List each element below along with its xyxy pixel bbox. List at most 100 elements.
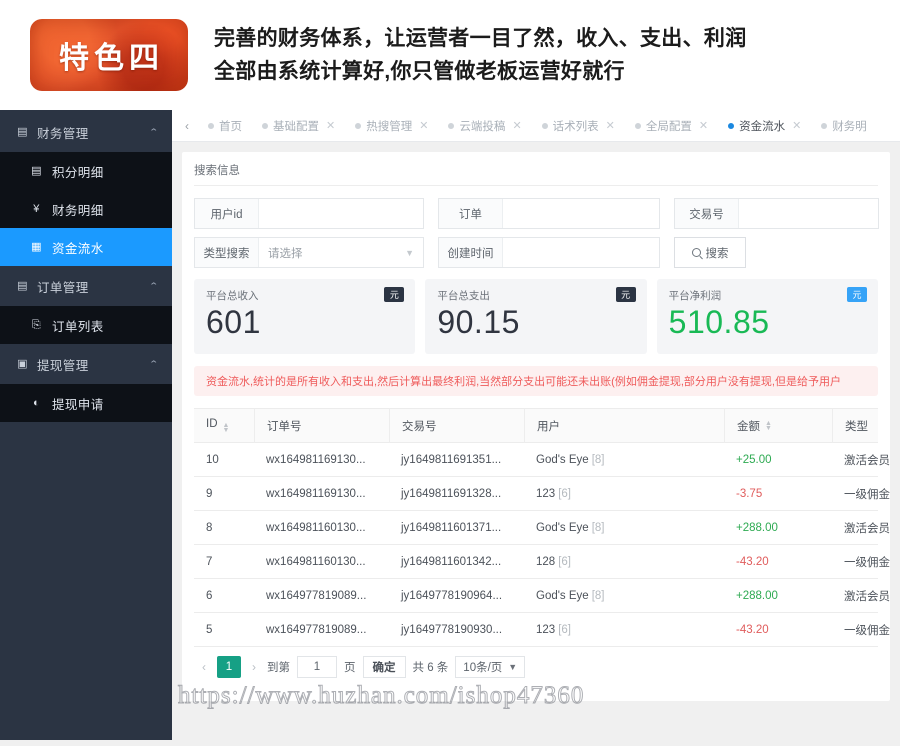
- sidebar-submenu-2: ◐ 提现申请: [0, 384, 172, 422]
- promo-header: 特色四 完善的财务体系，让运营者一目了然，收入、支出、利润 全部由系统计算好,你…: [0, 0, 900, 110]
- tab-6[interactable]: 资金流水 ✕: [718, 110, 811, 141]
- column-header-label: 金额: [737, 420, 760, 433]
- yuan-icon: ¥: [33, 202, 40, 215]
- search-panel-title: 搜索信息: [194, 162, 878, 186]
- create-time-field[interactable]: 创建时间: [438, 237, 660, 268]
- info-alert-text: 资金流水,统计的是所有收入和支出,然后计算出最终利润,当然部分支出可能还未出账(…: [206, 376, 841, 388]
- panel: 搜索信息 用户id 订单 交易号 类型搜索 请选择 ▼ 创建时间 搜索 平台总收…: [182, 152, 890, 701]
- tab-1[interactable]: 基础配置 ✕: [252, 110, 345, 141]
- order-label: 订单: [439, 199, 503, 228]
- order-field[interactable]: 订单: [438, 198, 660, 229]
- search-form-row-1: 用户id 订单 交易号: [194, 198, 879, 229]
- cell-user-name: 128: [536, 555, 556, 568]
- copy-icon: ⎘: [31, 318, 42, 331]
- next-page-button[interactable]: ›: [248, 660, 260, 674]
- close-icon[interactable]: ✕: [512, 119, 521, 132]
- table-header: ID ▲ ▼ 订单号 交易号 用户 金额 ▲ ▼ 类型: [194, 408, 878, 443]
- sort-icon[interactable]: ▲ ▼: [765, 420, 772, 432]
- chevron-down-icon: ▼: [508, 662, 518, 672]
- column-header-label: ID: [206, 418, 218, 430]
- sidebar-group-2[interactable]: ▣ 提现管理 ⌃: [0, 344, 172, 384]
- sidebar-item-1-0[interactable]: ⎘ 订单列表: [0, 306, 172, 344]
- column-header-label: 用户: [537, 420, 560, 433]
- promo-line-1: 完善的财务体系，让运营者一目了然，收入、支出、利润: [214, 27, 747, 50]
- wallet-icon: ▣: [17, 357, 28, 370]
- type-search-field[interactable]: 类型搜索 请选择 ▼: [194, 237, 424, 268]
- goto-page-input[interactable]: 1: [297, 656, 337, 678]
- cell-user: God's Eye [8]: [524, 590, 724, 602]
- page-number-1[interactable]: 1: [217, 656, 241, 678]
- search-button[interactable]: 搜索: [674, 237, 746, 268]
- table-row[interactable]: 9 wx164981169130... jy1649811691328... 123[…: [194, 477, 890, 511]
- tab-0[interactable]: 首页: [198, 110, 252, 141]
- list-icon: ▤: [31, 164, 42, 177]
- tab-5[interactable]: 全局配置 ✕: [625, 110, 718, 141]
- tab-4[interactable]: 话术列表 ✕: [532, 110, 625, 141]
- trx-no-input[interactable]: [739, 199, 878, 228]
- table-row[interactable]: 5 wx164977819089... jy1649778190930... 123[…: [194, 613, 890, 647]
- cell-trx: jy1649778190964...: [401, 589, 503, 602]
- type-search-select[interactable]: 请选择 ▼: [259, 238, 423, 267]
- yuan-badge-icon: 元: [615, 287, 636, 302]
- sidebar-item-0-1[interactable]: ¥ 财务明细: [0, 190, 172, 228]
- tab-label: 云端投稿: [459, 120, 506, 133]
- promo-description: 完善的财务体系，让运营者一目了然，收入、支出、利润 全部由系统计算好,你只管做老…: [214, 22, 747, 88]
- column-header-2[interactable]: 交易号: [389, 408, 524, 443]
- table-row[interactable]: 8 wx164981160130... jy1649811601371... God'…: [194, 511, 890, 545]
- tab-2[interactable]: 热搜管理 ✕: [345, 110, 438, 141]
- prev-page-button[interactable]: ‹: [198, 660, 210, 674]
- user-id-field[interactable]: 用户id: [194, 198, 424, 229]
- cell-user-id: [8]: [591, 589, 605, 602]
- user-id-input[interactable]: [259, 199, 423, 228]
- search-form-row-2: 类型搜索 请选择 ▼ 创建时间 搜索: [194, 237, 878, 268]
- chevron-down-icon: ▼: [405, 247, 414, 258]
- close-icon[interactable]: ✕: [699, 119, 708, 132]
- sidebar-group-1[interactable]: ▤ 订单管理 ⌃: [0, 266, 172, 306]
- chevron-up-icon: ⌃: [148, 358, 160, 369]
- column-header-3[interactable]: 用户: [524, 408, 724, 443]
- chevron-up-icon: ⌃: [148, 126, 160, 137]
- page-size-select[interactable]: 10条/页 ▼: [455, 656, 526, 678]
- column-header-0[interactable]: ID ▲ ▼: [194, 418, 254, 433]
- sidebar-item-2-0[interactable]: ◐ 提现申请: [0, 384, 172, 422]
- table-row[interactable]: 6 wx164977819089... jy1649778190964... God'…: [194, 579, 890, 613]
- chevron-left-icon[interactable]: ‹: [176, 119, 198, 133]
- search-icon: [691, 248, 701, 257]
- cell-id: 9: [206, 487, 213, 500]
- table-row[interactable]: 7 wx164981160130... jy1649811601342... 128[…: [194, 545, 890, 579]
- close-icon[interactable]: ✕: [326, 119, 335, 132]
- column-header-label: 类型: [845, 420, 868, 433]
- cell-type: 激活会员: [844, 590, 890, 603]
- info-alert: 资金流水,统计的是所有收入和支出,然后计算出最终利润,当然部分支出可能还未出账(…: [194, 366, 878, 396]
- order-input[interactable]: [503, 199, 659, 228]
- trx-no-field[interactable]: 交易号: [674, 198, 879, 229]
- pagination: ‹ 1 › 到第 1 页 确定 共 6 条 10条/页 ▼: [194, 647, 878, 687]
- sort-icon[interactable]: ▲ ▼: [222, 422, 230, 433]
- cell-trx: jy1649778190930...: [401, 623, 503, 636]
- tab-7[interactable]: 财务明: [811, 110, 877, 141]
- stat-cards: 平台总收入 元 601 平台总支出 元 90.15 平台净利润 元 510.85: [194, 279, 878, 354]
- cell-trx: jy1649811601371...: [401, 521, 502, 534]
- sidebar-submenu-0: ▤ 积分明细 ¥ 财务明细 ▦ 资金流水: [0, 152, 172, 266]
- table-body: 10 wx164981169130... jy1649811691351... God…: [194, 443, 890, 647]
- close-icon[interactable]: ✕: [606, 119, 615, 132]
- close-icon[interactable]: ✕: [419, 119, 428, 132]
- cell-user: 123 [6]: [524, 488, 724, 500]
- app-window: ▤ 财务管理 ⌃ ▤ 积分明细 ¥ 财务明细 ▦ 资金流水 ▤ 订单管理 ⌃ ⎘ 订单列表 ▣ 提现管理 ⌃ ◐ 提…: [0, 110, 900, 746]
- column-header-1[interactable]: 订单号: [254, 408, 389, 443]
- column-header-4[interactable]: 金额 ▲ ▼: [724, 408, 832, 443]
- tab-3[interactable]: 云端投稿 ✕: [438, 110, 531, 141]
- stat-card-1: 平台总支出 元 90.15: [425, 279, 647, 354]
- create-time-input[interactable]: [503, 238, 659, 267]
- sidebar-item-0-0[interactable]: ▤ 积分明细: [0, 152, 172, 190]
- tab-label: 首页: [219, 120, 242, 133]
- close-icon[interactable]: ✕: [792, 119, 801, 132]
- column-header-5[interactable]: 类型: [832, 408, 900, 443]
- sidebar-group-0[interactable]: ▤ 财务管理 ⌃: [0, 112, 172, 152]
- table-row[interactable]: 10 wx164981169130... jy1649811691351... God…: [194, 443, 890, 477]
- sort-desc-icon: ▼: [222, 427, 230, 433]
- goto-confirm-button[interactable]: 确定: [362, 656, 406, 678]
- chevron-up-icon: ⌃: [148, 280, 160, 291]
- tab-dot-icon: [821, 122, 828, 129]
- sidebar-item-0-2[interactable]: ▦ 资金流水: [0, 228, 172, 266]
